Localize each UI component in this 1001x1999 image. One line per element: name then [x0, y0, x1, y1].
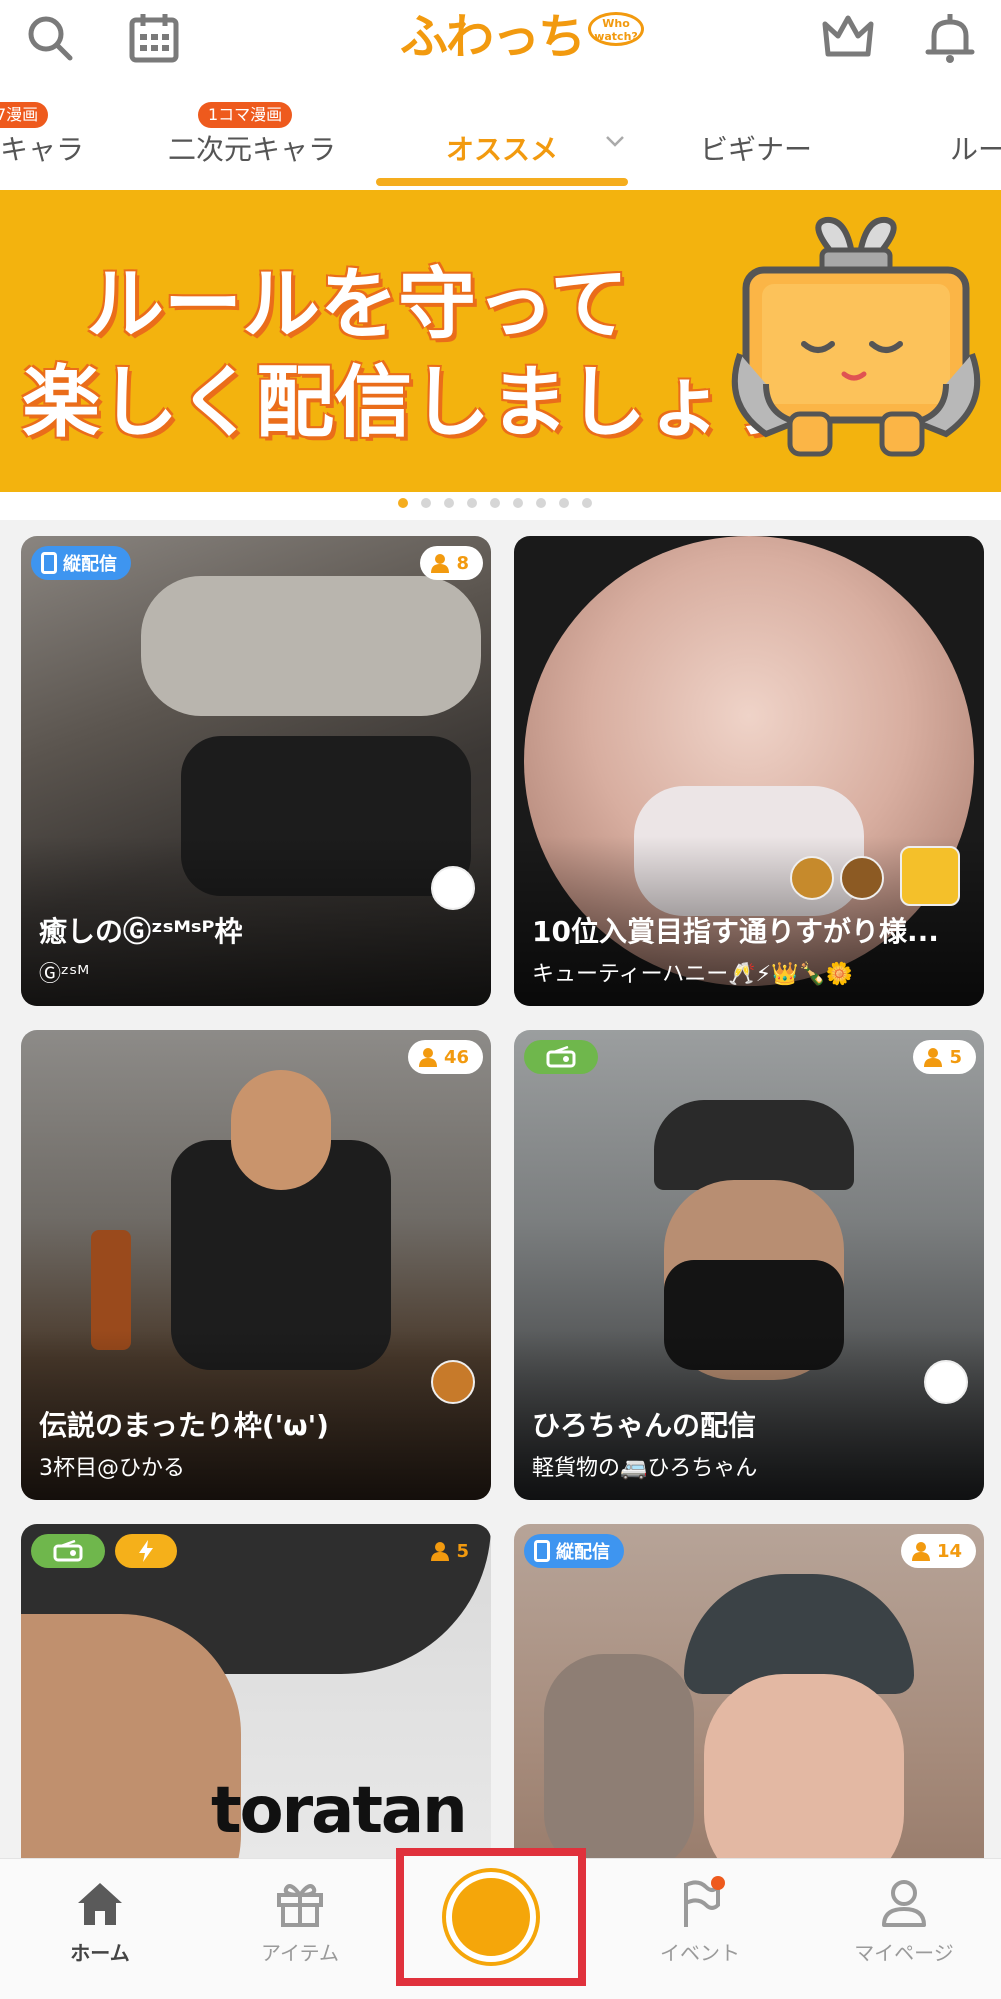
fox-mask-icon	[431, 866, 475, 910]
mascot-illustration	[731, 216, 981, 457]
home-icon	[78, 1883, 122, 1925]
tab-rule[interactable]: ルー	[940, 90, 1001, 190]
stream-title: 10位入賞目指す通りすがり様...	[532, 915, 939, 948]
vertical-stream-badge: 縦配信	[31, 546, 131, 580]
bronze-rank-icon	[900, 846, 960, 906]
streamer-name: キューティーハニー🥂⚡👑🍾🌼	[532, 962, 854, 987]
vertical-stream-badge: 縦配信	[524, 1534, 624, 1568]
tab-chara[interactable]: 7漫画 キャラ	[0, 90, 110, 190]
streamer-name: 軽貨物の🚐ひろちゃん	[532, 1456, 758, 1481]
nav-label: ホーム	[70, 1941, 130, 1965]
smartphone-icon	[534, 1540, 550, 1562]
tab-osusume[interactable]: オススメ	[430, 90, 630, 190]
tab-beginner[interactable]: ビギナー	[690, 90, 830, 190]
streamer-name: Ⓖᶻˢᴹ	[39, 962, 90, 987]
person-icon	[431, 554, 450, 573]
rabbit-icon	[924, 1360, 968, 1404]
nav-label: イベント	[660, 1941, 740, 1965]
bell-icon[interactable]	[922, 10, 978, 66]
radio-icon	[546, 1046, 576, 1068]
thumbnail-overlay-text: toratan	[211, 1774, 468, 1848]
calendar-icon[interactable]	[126, 10, 182, 66]
tab-label: オススメ	[446, 133, 559, 166]
poop-icon	[840, 856, 884, 900]
pagination-dot[interactable]	[490, 498, 500, 508]
app-header: ふわっち Who watch?	[0, 0, 1001, 80]
flag-icon	[684, 1876, 725, 1927]
viewer-count-badge: 8	[420, 546, 483, 580]
smartphone-icon	[41, 552, 57, 574]
radio-icon	[53, 1540, 83, 1562]
viewer-count: 5	[949, 1046, 962, 1068]
nav-label: アイテム	[261, 1941, 339, 1965]
stream-card[interactable]: 10位入賞目指す通りすがり様... キューティーハニー🥂⚡👑🍾🌼	[514, 536, 984, 1006]
banner-headline: ルールを守って	[86, 260, 629, 350]
stream-title: 癒しのⒼᶻˢᴹˢᴾ枠	[39, 915, 243, 948]
stream-title: ひろちゃんの配信	[532, 1409, 757, 1442]
viewer-count-badge: 14	[900, 1534, 976, 1568]
streamer-name: 3杯目@ひかる	[39, 1456, 185, 1481]
bear-icon	[790, 856, 834, 900]
app-logo[interactable]: ふわっち Who watch?	[400, 6, 645, 72]
gift-icon	[277, 1884, 323, 1927]
radio-stream-badge	[524, 1040, 598, 1074]
viewer-count-badge: 5	[913, 1040, 976, 1074]
person-icon	[431, 1542, 450, 1561]
category-tabs: 7漫画 キャラ 1コマ漫画 二次元キャラ オススメ ビギナー ルー	[0, 90, 1001, 190]
tab-label: 二次元キャラ	[168, 133, 337, 166]
stream-grid: 縦配信 8 癒しのⒼᶻˢᴹˢᴾ枠 Ⓖᶻˢᴹ 10位入賞目指す通りすがり様... …	[0, 520, 1001, 1994]
nav-items[interactable]: アイテム	[220, 1875, 380, 1975]
search-icon[interactable]	[22, 10, 78, 66]
stream-card[interactable]: 縦配信 8 癒しのⒼᶻˢᴹˢᴾ枠 Ⓖᶻˢᴹ	[21, 536, 491, 1006]
tab-nijigen-chara[interactable]: 1コマ漫画 二次元キャラ	[160, 90, 360, 190]
stream-title: 伝説のまったり枠('ω')	[39, 1409, 329, 1442]
tag-label: 縦配信	[556, 1542, 610, 1563]
stream-card[interactable]: 46 伝説のまったり枠('ω') 3杯目@ひかる	[21, 1030, 491, 1500]
crown-icon[interactable]	[820, 10, 876, 66]
chevron-down-icon	[606, 136, 624, 147]
logo-bubble: Who watch?	[588, 12, 645, 46]
active-tab-indicator	[376, 178, 628, 186]
pagination-dot[interactable]	[536, 498, 546, 508]
banner-subheadline: 楽しく配信しましょう	[22, 358, 803, 448]
person-icon	[911, 1542, 930, 1561]
poop-icon	[431, 1360, 475, 1404]
flash-badge	[115, 1534, 177, 1568]
viewer-count: 46	[443, 1046, 469, 1068]
banner-pagination	[398, 498, 592, 508]
pagination-dot[interactable]	[513, 498, 523, 508]
lightning-icon	[139, 1540, 153, 1562]
viewer-count-badge: 46	[407, 1040, 483, 1074]
person-icon	[418, 1048, 437, 1067]
broadcast-circle-icon	[446, 1872, 536, 1962]
viewer-count: 5	[456, 1540, 469, 1562]
nav-home[interactable]: ホーム	[20, 1875, 180, 1975]
viewer-count: 14	[936, 1540, 962, 1562]
profile-icon	[882, 1880, 926, 1927]
viewer-count-badge: 5	[420, 1534, 483, 1568]
tab-label: ビギナー	[700, 133, 813, 166]
tab-label: ルー	[950, 133, 1001, 166]
pagination-dot[interactable]	[582, 498, 592, 508]
pagination-dot[interactable]	[421, 498, 431, 508]
pagination-dot[interactable]	[444, 498, 454, 508]
nav-events[interactable]: イベント	[620, 1875, 780, 1975]
stream-card[interactable]: 5 ひろちゃんの配信 軽貨物の🚐ひろちゃん	[514, 1030, 984, 1500]
tab-badge: 1コマ漫画	[198, 102, 293, 128]
promo-banner[interactable]: ルールを守って 楽しく配信しましょう	[0, 190, 1001, 492]
tab-label: キャラ	[0, 133, 85, 166]
radio-stream-badge	[31, 1534, 105, 1568]
logo-text: ふわっち	[400, 9, 586, 65]
tag-label: 縦配信	[63, 554, 117, 575]
start-broadcast-button[interactable]	[396, 1848, 586, 1986]
pagination-dot[interactable]	[559, 498, 569, 508]
pagination-dot[interactable]	[398, 498, 408, 508]
tab-badge: 7漫画	[0, 102, 49, 128]
person-icon	[924, 1048, 943, 1067]
nav-label: マイページ	[854, 1941, 954, 1965]
viewer-count: 8	[456, 552, 469, 574]
nav-mypage[interactable]: マイページ	[824, 1875, 984, 1975]
pagination-dot[interactable]	[467, 498, 477, 508]
